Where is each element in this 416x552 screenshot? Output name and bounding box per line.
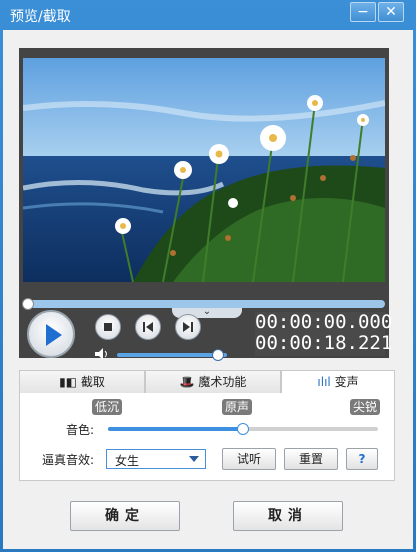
volume-handle[interactable]: [212, 349, 224, 361]
film-icon: ▮◧: [59, 375, 81, 389]
reset-button[interactable]: 重置: [284, 448, 338, 470]
timbre-label: 音色:: [66, 423, 95, 437]
current-time: 00:00:00.000: [255, 311, 393, 333]
dialog-window: 预览/截取 − ✕ ⌄ 00:00:00.000 00:00:18.221 ▮◧…: [0, 0, 416, 552]
timbre-high-label: 尖锐: [350, 399, 381, 415]
timbre-slider[interactable]: [108, 423, 378, 435]
minimize-button[interactable]: −: [350, 2, 376, 22]
volume-slider[interactable]: [117, 349, 227, 361]
stop-icon: [104, 323, 112, 331]
tab-magic-label: 魔术功能: [198, 375, 247, 389]
listen-button[interactable]: 试听: [222, 448, 276, 470]
tab-bar: ▮◧ 截取 🎩 魔术功能 ılıl 变声: [19, 370, 395, 394]
video-preview[interactable]: [23, 58, 385, 282]
cancel-button[interactable]: 取消: [233, 501, 343, 531]
dialog-body: ⌄ 00:00:00.000 00:00:18.221 ▮◧ 截取 🎩 魔术功能…: [3, 30, 413, 549]
time-display: 00:00:00.000 00:00:18.221: [255, 311, 393, 356]
tab-voice-label: 变声: [334, 375, 359, 389]
timbre-low-label: 低沉: [92, 399, 123, 415]
ok-button[interactable]: 确定: [70, 501, 180, 531]
title-bar[interactable]: 预览/截取 − ✕: [0, 0, 416, 30]
magic-hat-icon: 🎩: [179, 375, 199, 389]
timbre-original-label: 原声: [222, 399, 253, 415]
window-title: 预览/截取: [10, 9, 71, 25]
player-controls: 00:00:00.000 00:00:18.221: [19, 310, 392, 361]
sound-wave-icon: ılıl: [317, 375, 335, 389]
timbre-handle[interactable]: [237, 423, 249, 435]
help-icon: ?: [358, 452, 366, 466]
step-back-icon: [143, 322, 153, 332]
effect-value: 女生: [115, 454, 140, 468]
play-button[interactable]: [27, 310, 75, 358]
effect-select[interactable]: 女生: [106, 449, 206, 469]
close-button[interactable]: ✕: [378, 2, 404, 22]
total-time: 00:00:18.221: [255, 332, 393, 354]
previous-frame-button[interactable]: [135, 314, 161, 340]
help-button[interactable]: ?: [346, 448, 378, 470]
player-panel: ⌄ 00:00:00.000 00:00:18.221: [19, 48, 392, 361]
effect-label: 逼真音效:: [42, 453, 95, 467]
voice-panel: 低沉 原声 尖锐 音色: 逼真音效: 女生 试听 重置 ?: [19, 393, 395, 481]
speaker-icon[interactable]: [95, 348, 109, 360]
seek-handle[interactable]: [22, 298, 34, 310]
chevron-down-icon: [189, 456, 199, 462]
step-forward-icon: [183, 322, 193, 332]
tab-magic[interactable]: 🎩 魔术功能: [145, 370, 281, 394]
tab-voice-change[interactable]: ılıl 变声: [281, 370, 395, 394]
tab-trim-label: 截取: [80, 375, 105, 389]
tab-trim[interactable]: ▮◧ 截取: [19, 370, 145, 394]
next-frame-button[interactable]: [175, 314, 201, 340]
play-icon: [46, 324, 62, 346]
timbre-fill: [108, 427, 243, 431]
stop-button[interactable]: [95, 314, 121, 340]
